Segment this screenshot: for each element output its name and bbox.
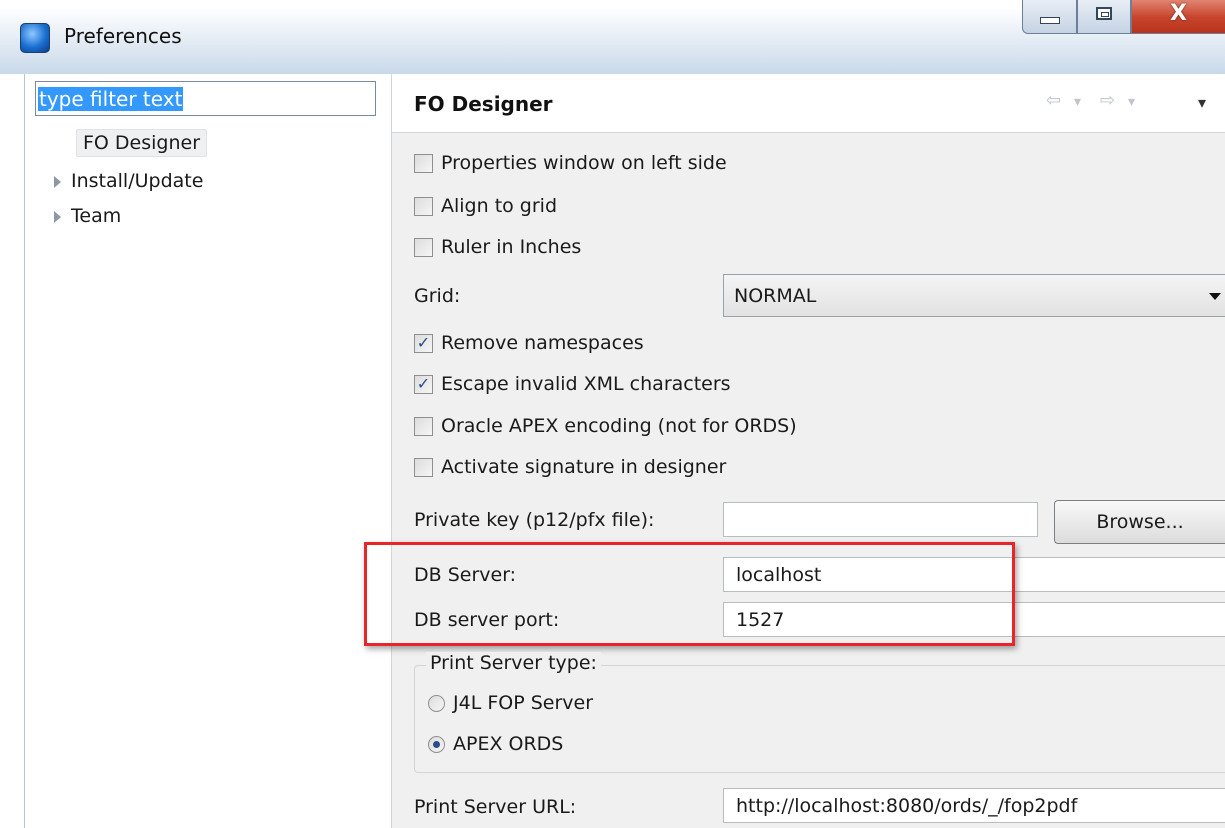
close-icon: X: [1170, 1, 1187, 26]
tree-item-label: FO Designer: [83, 132, 201, 154]
print-server-url-field[interactable]: http://localhost:8080/ords/_/fop2pdf: [723, 788, 1225, 823]
filter-input-text: type filter text: [38, 86, 184, 111]
private-key-label: Private key (p12/pfx file):: [414, 509, 655, 531]
checkbox-label: Remove namespaces: [441, 332, 644, 354]
radio-button[interactable]: [428, 694, 445, 712]
checkbox-ruler-inches[interactable]: Ruler in Inches: [414, 232, 581, 262]
checkbox-box[interactable]: [414, 237, 433, 257]
tree-item-install-update[interactable]: Install/Update: [54, 170, 203, 192]
print-server-type-label: Print Server type:: [426, 652, 601, 674]
radio-label: J4L FOP Server: [453, 692, 594, 714]
filter-input[interactable]: type filter text: [35, 81, 376, 116]
close-button[interactable]: X: [1131, 0, 1225, 34]
back-history-chevron-icon[interactable]: ▾: [1074, 94, 1081, 110]
grid-label: Grid:: [414, 285, 461, 307]
checkbox-box[interactable]: ✓: [414, 374, 433, 394]
checkbox-escape-xml[interactable]: ✓ Escape invalid XML characters: [414, 369, 731, 399]
checkbox-label: Align to grid: [441, 195, 558, 217]
tree-item-label: Install/Update: [71, 170, 204, 192]
radio-j4l-fop-server[interactable]: J4L FOP Server: [428, 688, 593, 718]
checkbox-label: Oracle APEX encoding (not for ORDS): [441, 415, 797, 437]
checkbox-properties-left[interactable]: Properties window on left side: [414, 148, 727, 178]
page-title: FO Designer: [414, 92, 553, 116]
checkbox-box[interactable]: ✓: [414, 333, 433, 353]
radio-apex-ords[interactable]: APEX ORDS: [428, 729, 563, 759]
minimize-button[interactable]: [1022, 0, 1077, 34]
maximize-icon: [1096, 7, 1112, 20]
expand-arrow-icon[interactable]: [54, 175, 61, 188]
view-menu-icon[interactable]: ▾: [1198, 93, 1206, 112]
maximize-button[interactable]: [1077, 0, 1131, 34]
forward-arrow-icon[interactable]: ⇨: [1100, 90, 1115, 111]
checkbox-align-grid[interactable]: Align to grid: [414, 191, 557, 221]
pane-border: [0, 74, 25, 828]
browse-button-label: Browse...: [1096, 511, 1184, 533]
checkbox-box[interactable]: [414, 153, 433, 173]
tree-item-fo-designer[interactable]: FO Designer: [76, 129, 208, 157]
browse-button[interactable]: Browse...: [1054, 500, 1225, 544]
checkbox-label: Activate signature in designer: [441, 456, 727, 478]
highlight-annotation: [364, 542, 1015, 646]
checkbox-activate-signature[interactable]: Activate signature in designer: [414, 452, 726, 482]
chevron-down-icon: [1209, 293, 1221, 300]
tree-item-team[interactable]: Team: [54, 205, 121, 227]
forward-history-chevron-icon[interactable]: ▾: [1128, 94, 1135, 110]
window-title: Preferences: [64, 24, 182, 48]
grid-select[interactable]: NORMAL: [723, 274, 1225, 317]
checkbox-box[interactable]: [414, 416, 433, 436]
checkbox-apex-encoding[interactable]: Oracle APEX encoding (not for ORDS): [414, 411, 797, 441]
checkbox-label: Escape invalid XML characters: [441, 373, 731, 395]
app-icon: [20, 23, 50, 53]
checkbox-box[interactable]: [414, 196, 433, 216]
radio-button[interactable]: [428, 735, 445, 753]
checkbox-remove-namespaces[interactable]: ✓ Remove namespaces: [414, 328, 644, 358]
checkbox-label: Ruler in Inches: [441, 236, 582, 258]
print-server-url-label: Print Server URL:: [414, 796, 577, 818]
checkbox-label: Properties window on left side: [441, 152, 727, 174]
checkbox-box[interactable]: [414, 457, 433, 477]
minimize-icon: [1039, 17, 1060, 24]
back-arrow-icon[interactable]: ⇦: [1046, 90, 1061, 111]
grid-select-value: NORMAL: [734, 284, 817, 307]
radio-label: APEX ORDS: [453, 733, 564, 755]
tree-item-label: Team: [71, 205, 122, 227]
private-key-field[interactable]: [723, 502, 1038, 537]
expand-arrow-icon[interactable]: [54, 210, 61, 223]
print-server-url-value: http://localhost:8080/ords/_/fop2pdf: [736, 794, 1078, 817]
